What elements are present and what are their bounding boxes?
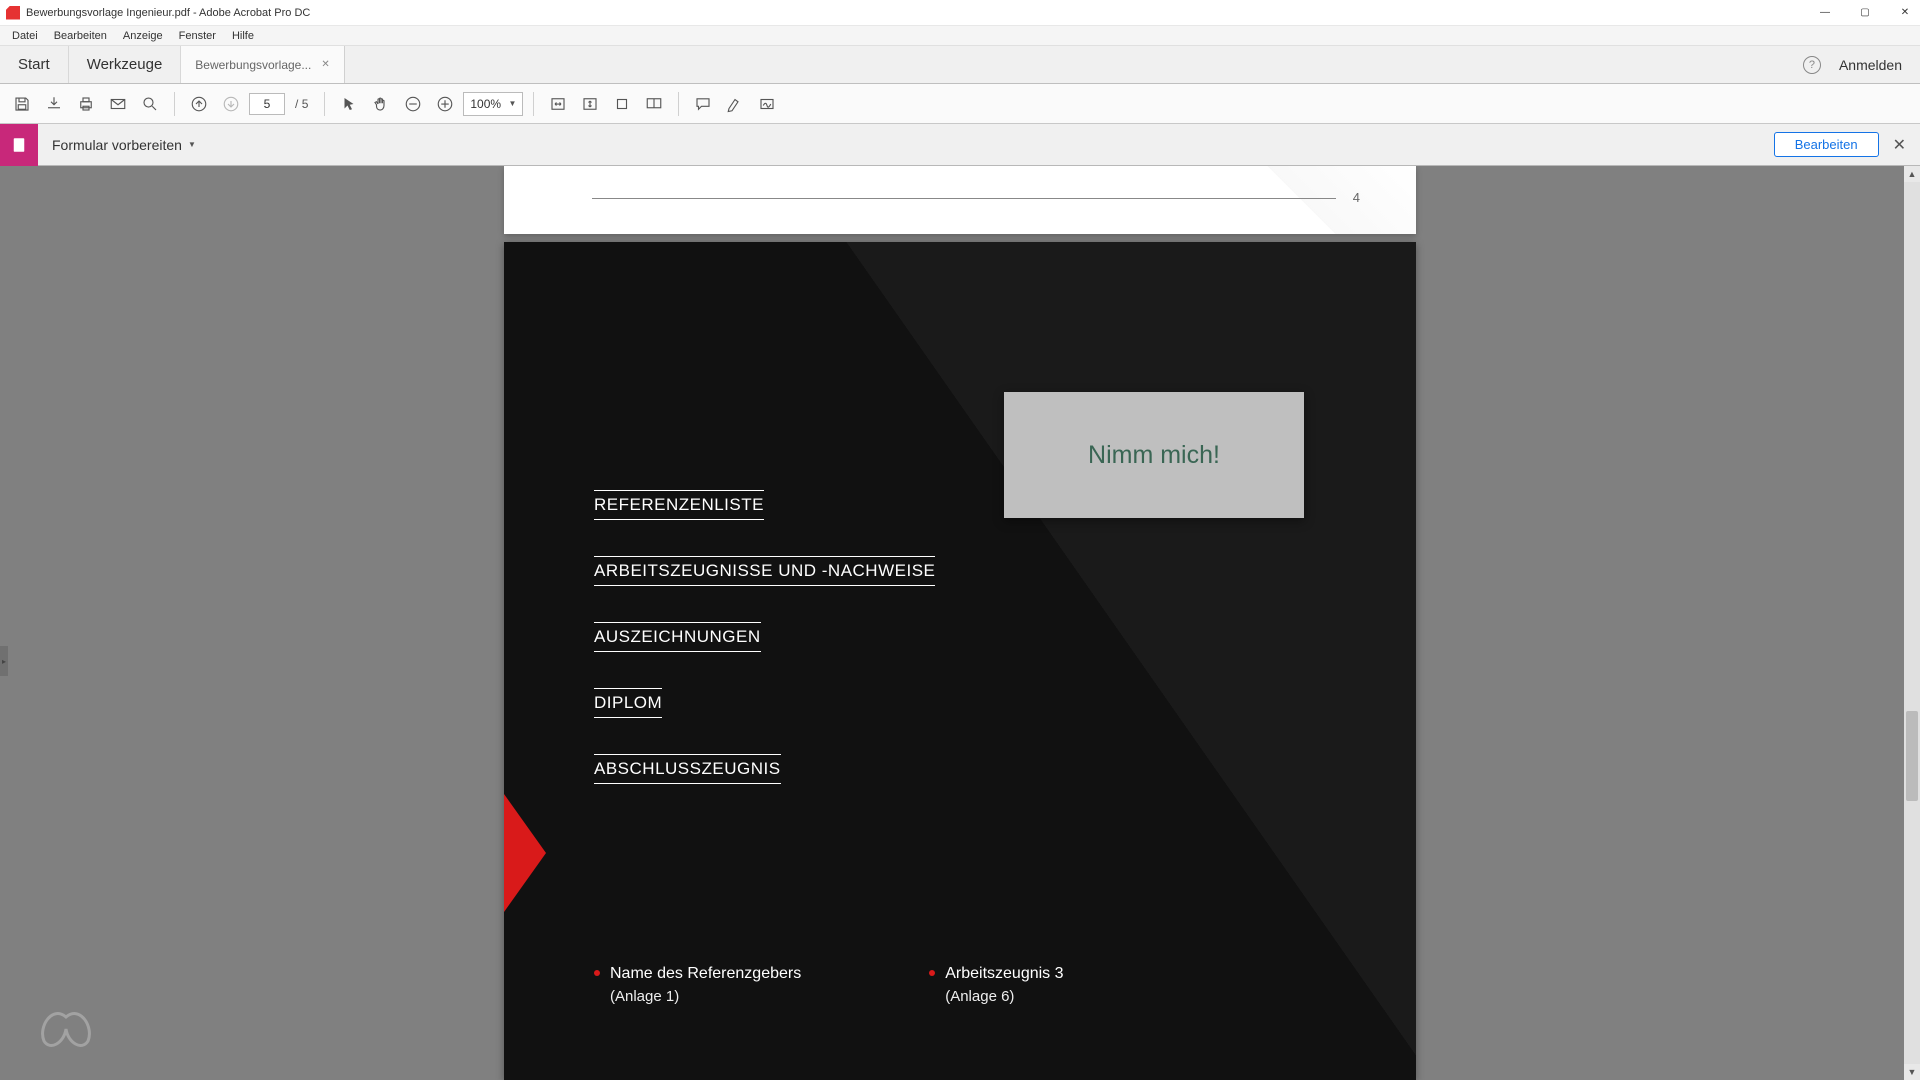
zoom-value: 100% [470,97,501,111]
side-panel-handle[interactable]: ▸ [0,646,8,676]
tab-document-label: Bewerbungsvorlage... [195,58,311,72]
help-icon[interactable]: ? [1803,56,1821,74]
form-button-field[interactable]: Nimm mich! ☝ [1004,392,1304,518]
section-heading: ARBEITSZEUGNISSE UND -NACHWEISE [594,556,935,586]
cloud-save-icon[interactable] [40,90,68,118]
search-icon[interactable] [136,90,164,118]
form-mode-icon [0,124,38,166]
tab-home[interactable]: Start [0,46,69,83]
tab-close-icon[interactable]: ✕ [321,59,329,70]
chevron-down-icon: ▼ [188,140,196,149]
section-heading: AUSZEICHNUNGEN [594,622,761,652]
close-button[interactable]: ✕ [1896,7,1914,18]
select-tool-icon[interactable] [335,90,363,118]
watermark-logo [34,997,98,1056]
print-icon[interactable] [72,90,100,118]
callout-text: Nimm mich! [1088,441,1220,470]
menu-window[interactable]: Fenster [171,30,224,42]
edit-button[interactable]: Bearbeiten [1774,132,1879,157]
hand-tool-icon[interactable] [367,90,395,118]
fit-page-icon[interactable] [576,90,604,118]
tab-bar: Start Werkzeuge Bewerbungsvorlage... ✕ ?… [0,46,1920,84]
minimize-button[interactable]: — [1816,7,1834,18]
section-heading: DIPLOM [594,688,662,718]
bullet-icon [929,970,935,976]
menu-help[interactable]: Hilfe [224,30,262,42]
close-panel-icon[interactable]: ✕ [1893,135,1906,155]
window-title: Bewerbungsvorlage Ingenieur.pdf - Adobe … [26,7,310,19]
sign-in-link[interactable]: Anmelden [1839,57,1902,73]
document-viewport[interactable]: ▸ 4 Nimm mich! ☝ REFERENZENLISTE ARBEITS… [0,166,1920,1080]
save-icon[interactable] [8,90,36,118]
reference-columns: Name des Referenzgebers (Anlage 1) Arbei… [594,962,1064,1009]
main-toolbar: / 5 100% ▼ [0,84,1920,124]
tab-document[interactable]: Bewerbungsvorlage... ✕ [181,46,344,83]
scroll-track[interactable] [1904,182,1920,1064]
zoom-out-icon[interactable] [399,90,427,118]
scroll-thumb[interactable] [1906,711,1918,801]
read-mode-icon[interactable] [640,90,668,118]
page-total-label: / 5 [289,97,314,111]
acrobat-icon [6,6,20,20]
menu-bar: Datei Bearbeiten Anzeige Fenster Hilfe [0,26,1920,46]
page-number-input[interactable] [249,93,285,115]
maximize-button[interactable]: ▢ [1856,7,1874,18]
menu-file[interactable]: Datei [4,30,46,42]
page-up-icon[interactable] [185,90,213,118]
section-list: REFERENZENLISTE ARBEITSZEUGNISSE UND -NA… [594,490,935,784]
zoom-dropdown[interactable]: 100% ▼ [463,92,523,116]
menu-edit[interactable]: Bearbeiten [46,30,115,42]
vertical-scrollbar[interactable]: ▲ ▼ [1904,166,1920,1080]
scroll-up-icon[interactable]: ▲ [1904,166,1920,182]
page-down-icon[interactable] [217,90,245,118]
title-bar: Bewerbungsvorlage Ingenieur.pdf - Adobe … [0,0,1920,26]
rotate-icon[interactable] [608,90,636,118]
list-item: Name des Referenzgebers (Anlage 1) [594,962,801,1009]
signature-icon[interactable] [753,90,781,118]
scroll-down-icon[interactable]: ▼ [1904,1064,1920,1080]
zoom-in-icon[interactable] [431,90,459,118]
prev-page-number: 4 [1353,190,1360,205]
page-previous: 4 [504,166,1416,234]
bullet-icon [594,970,600,976]
mail-icon[interactable] [104,90,132,118]
prepare-form-bar: Formular vorbereiten ▼ Bearbeiten ✕ [0,124,1920,166]
menu-view[interactable]: Anzeige [115,30,171,42]
tab-tools[interactable]: Werkzeuge [69,46,182,83]
highlight-icon[interactable] [721,90,749,118]
section-heading: ABSCHLUSSZEUGNIS [594,754,781,784]
section-heading: REFERENZENLISTE [594,490,764,520]
page-current: Nimm mich! ☝ REFERENZENLISTE ARBEITSZEUG… [504,242,1416,1080]
comment-icon[interactable] [689,90,717,118]
fit-width-icon[interactable] [544,90,572,118]
chevron-down-icon: ▼ [508,99,516,108]
list-item: Arbeitszeugnis 3 (Anlage 6) [929,962,1063,1009]
form-mode-dropdown[interactable]: Formular vorbereiten ▼ [38,137,210,153]
